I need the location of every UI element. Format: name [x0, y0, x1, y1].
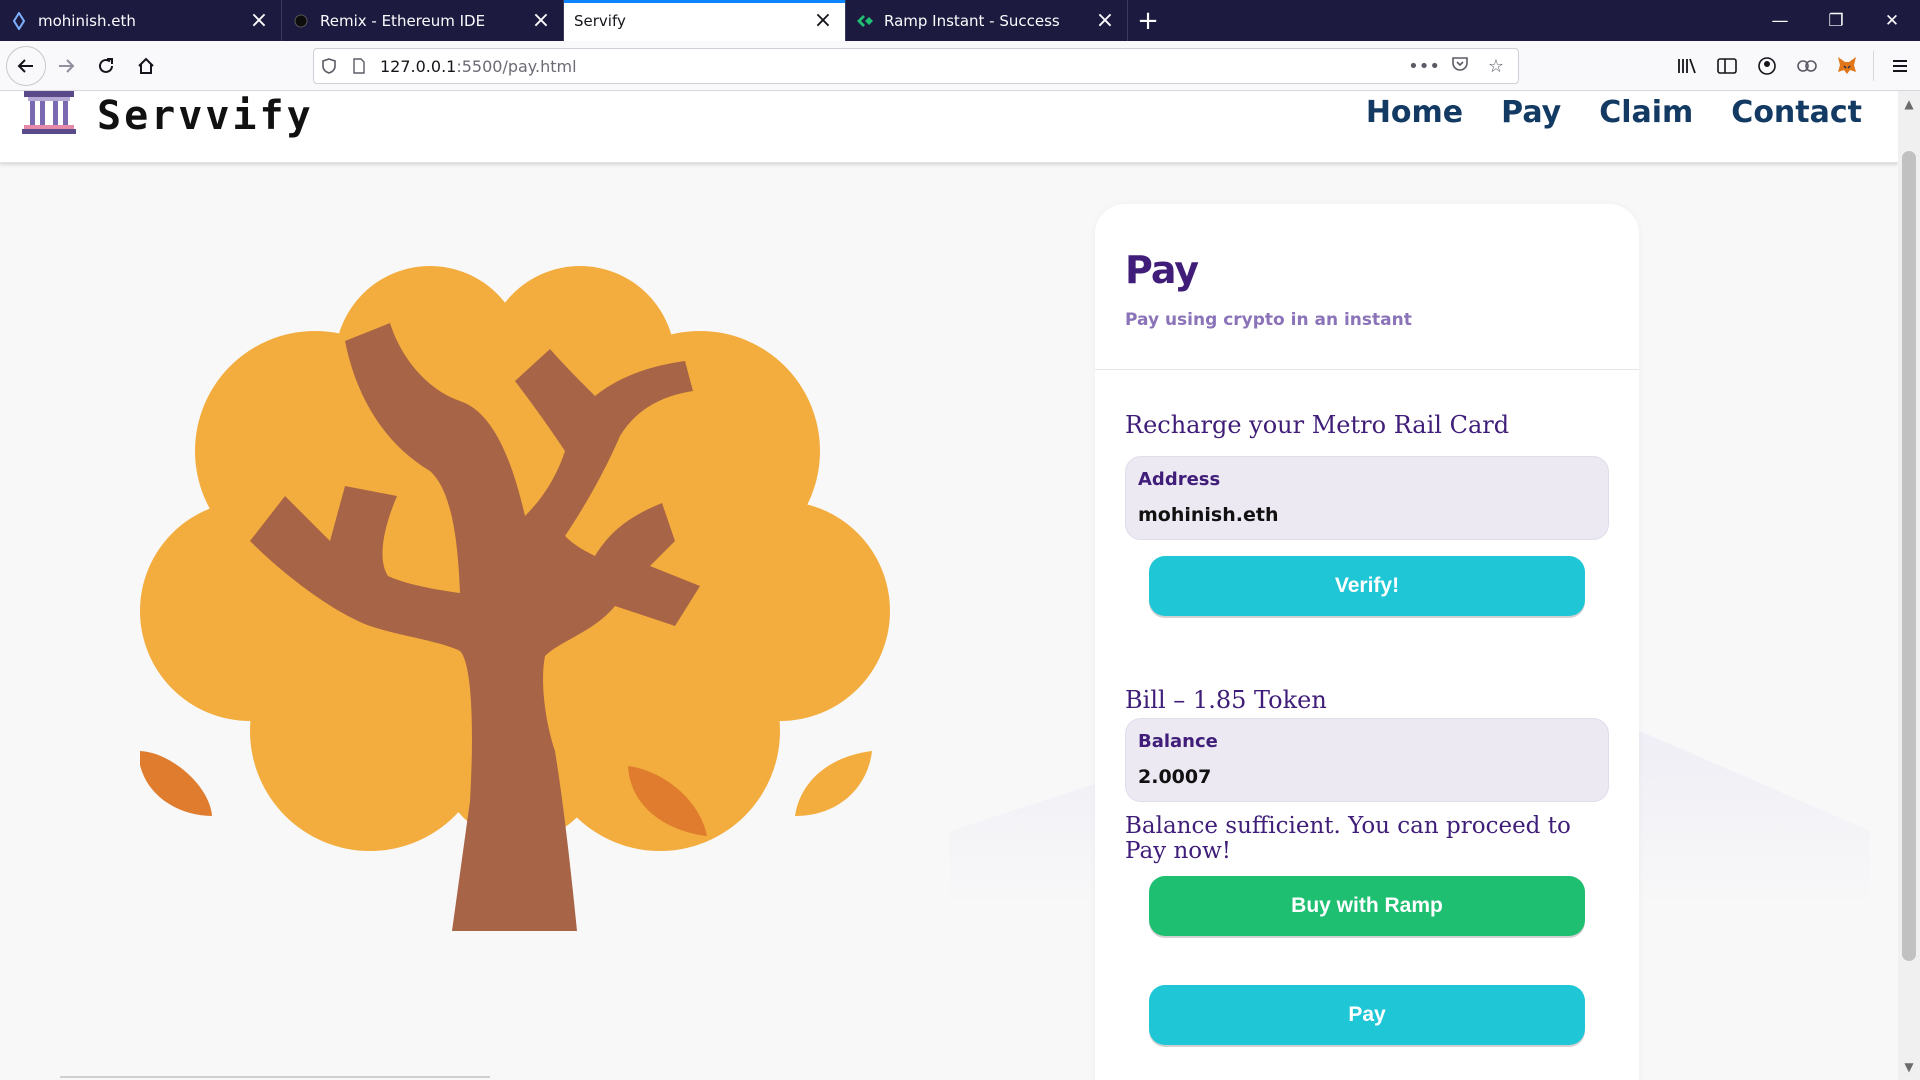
leaf [140, 751, 212, 816]
restore-icon[interactable]: ❐ [1808, 0, 1864, 41]
site-brand[interactable]: Servvify [97, 93, 314, 139]
pay-button[interactable]: Pay [1149, 985, 1585, 1045]
page-icon [344, 58, 374, 74]
buy-with-ramp-button[interactable]: Buy with Ramp [1149, 876, 1585, 936]
site-nav: Home Pay Claim Contact [1366, 95, 1862, 130]
remix-icon [292, 12, 310, 30]
balance-value: 2.0007 [1138, 766, 1212, 788]
tab-servify[interactable]: Servify × [564, 0, 846, 41]
close-icon[interactable]: × [249, 9, 269, 32]
browser-tab-strip: mohinish.eth × Remix - Ethereum IDE × Se… [0, 0, 1920, 41]
tab-mohinish-eth[interactable]: mohinish.eth × [0, 0, 282, 41]
address-value[interactable]: mohinish.eth [1138, 504, 1596, 526]
pocket-icon[interactable] [1446, 56, 1474, 77]
page-subtitle: Pay using crypto in an instant [1125, 310, 1412, 330]
page-viewport: Servvify Home Pay Claim Contact Pay Pay … [0, 91, 1898, 1080]
scrollbar-thumb[interactable] [1902, 151, 1916, 961]
nav-contact[interactable]: Contact [1731, 95, 1862, 130]
tab-remix[interactable]: Remix - Ethereum IDE × [282, 0, 564, 41]
balance-field: Balance 2.0007 [1125, 718, 1609, 802]
shield-icon[interactable] [314, 58, 344, 74]
ramp-icon [856, 12, 874, 30]
pay-card-header: Pay Pay using crypto in an instant [1095, 204, 1639, 370]
reload-button[interactable] [86, 46, 126, 86]
reload-icon [99, 57, 113, 73]
scroll-down-icon[interactable]: ▼ [1898, 1060, 1920, 1074]
url-host: 127.0.0.1 [380, 56, 457, 76]
autumn-tree-illustration [140, 266, 890, 931]
browser-toolbar: 127.0.0.1:5500/pay.html ••• ☆ [0, 41, 1920, 91]
minimize-icon[interactable]: — [1752, 0, 1808, 41]
sidebar-icon[interactable] [1707, 58, 1747, 74]
balance-status-text: Balance sufficient. You can proceed to P… [1125, 813, 1571, 864]
pay-card: Pay Pay using crypto in an instant Recha… [1095, 204, 1639, 1080]
bank-logo-icon[interactable] [20, 91, 78, 135]
site-header: Servvify Home Pay Claim Contact [0, 91, 1898, 163]
library-icon[interactable] [1667, 57, 1707, 75]
leaf [795, 751, 872, 816]
more-icon[interactable]: ••• [1408, 56, 1440, 77]
home-button[interactable] [126, 46, 166, 86]
home-icon [138, 57, 154, 74]
page-title: Pay [1125, 248, 1199, 292]
horizontal-scroll-indicator [60, 1076, 490, 1078]
star-icon[interactable]: ☆ [1482, 56, 1510, 77]
scroll-up-icon[interactable]: ▲ [1898, 97, 1920, 111]
new-tab-button[interactable]: + [1128, 0, 1168, 41]
close-icon[interactable]: × [531, 9, 551, 32]
toolbar-separator [1873, 51, 1874, 81]
close-icon[interactable]: × [1095, 9, 1115, 32]
forward-button[interactable] [46, 46, 86, 86]
nav-pay[interactable]: Pay [1501, 95, 1561, 130]
address-field[interactable]: Address mohinish.eth [1125, 456, 1609, 540]
url-bar[interactable]: 127.0.0.1:5500/pay.html ••• ☆ [313, 48, 1519, 84]
balance-label: Balance [1138, 731, 1218, 752]
extension-icon[interactable] [1787, 58, 1827, 74]
tab-ramp[interactable]: Ramp Instant - Success × [846, 0, 1128, 41]
vertical-scrollbar[interactable]: ▲ ▼ [1898, 91, 1920, 1080]
address-label: Address [1138, 469, 1221, 490]
tab-title: Remix - Ethereum IDE [320, 11, 486, 30]
close-window-icon[interactable]: ✕ [1864, 0, 1920, 41]
metamask-fox-icon[interactable] [1827, 56, 1867, 76]
verify-button[interactable]: Verify! [1149, 556, 1585, 616]
account-icon[interactable] [1747, 56, 1787, 76]
arrow-right-icon [59, 58, 75, 73]
tab-title: mohinish.eth [38, 11, 136, 30]
hamburger-menu-icon[interactable] [1880, 58, 1920, 74]
recharge-label: Recharge your Metro Rail Card [1125, 411, 1510, 439]
ens-icon [10, 11, 28, 30]
back-button[interactable] [6, 45, 46, 86]
nav-claim[interactable]: Claim [1599, 95, 1693, 130]
nav-home[interactable]: Home [1366, 95, 1463, 130]
url-path: :5500/pay.html [456, 56, 577, 76]
arrow-left-icon [17, 58, 33, 73]
tab-title: Servify [574, 11, 626, 30]
close-icon[interactable]: × [813, 9, 833, 32]
url-text[interactable]: 127.0.0.1:5500/pay.html [380, 57, 1410, 76]
bill-label: Bill – 1.85 Token [1125, 686, 1327, 714]
tab-title: Ramp Instant - Success [884, 11, 1060, 30]
window-controls: — ❐ ✕ [1752, 0, 1920, 41]
